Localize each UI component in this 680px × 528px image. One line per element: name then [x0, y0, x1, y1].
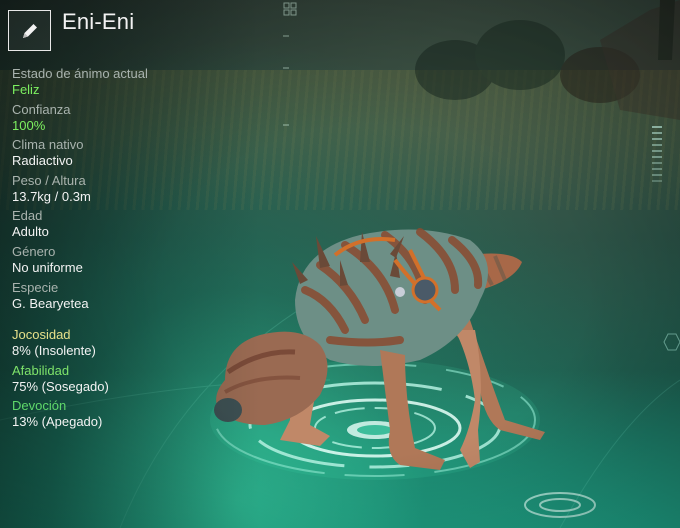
trait-value: 8% (Insolente): [12, 343, 96, 359]
stat-age: Edad Adulto: [12, 208, 252, 240]
stat-value: Radiactivo: [12, 153, 73, 169]
stat-value: G. Bearyetea: [12, 295, 89, 311]
stat-label: Especie: [12, 279, 59, 295]
stat-value: Feliz: [12, 82, 40, 97]
trait-label: Afabilidad: [12, 362, 70, 378]
stat-mood: Estado de ánimo actual Feliz: [12, 66, 252, 98]
trait-label: Jocosidad: [12, 327, 71, 343]
stat-label: Confianza: [12, 101, 71, 117]
pet-name: Eni-Eni: [62, 9, 135, 34]
stat-trust: Confianza 100%: [12, 102, 252, 134]
stat-label: Estado de ánimo actual: [12, 66, 148, 81]
edit-name-button[interactable]: [8, 10, 51, 51]
stat-label: Edad: [12, 208, 43, 224]
trait-devotion: Devoción 13% (Apegado): [12, 398, 252, 430]
stat-species: Especie G. Bearyetea: [12, 280, 252, 312]
stat-value: No uniforme: [12, 259, 83, 275]
trait-playfulness: Jocosidad 8% (Insolente): [12, 327, 252, 359]
stat-weight-height: Peso / Altura 13.7kg / 0.3m: [12, 173, 252, 205]
trait-value: 13% (Apegado): [12, 414, 103, 430]
trait-label: Devoción: [12, 398, 67, 414]
trait-value: 75% (Sosegado): [12, 378, 109, 394]
stat-label: Peso / Altura: [12, 172, 86, 188]
stat-label: Clima nativo: [12, 137, 84, 153]
pencil-icon: [19, 20, 41, 42]
stat-climate: Clima nativo Radiactivo: [12, 137, 252, 169]
stat-value: Adulto: [12, 224, 49, 240]
game-scene: Eni-Eni Estado de ánimo actual Feliz Con…: [0, 0, 680, 528]
trait-gentleness: Afabilidad 75% (Sosegado): [12, 363, 252, 395]
stat-gender: Género No uniforme: [12, 244, 252, 276]
stat-label: Género: [12, 243, 56, 259]
stats-panel: Estado de ánimo actual Feliz Confianza 1…: [12, 66, 252, 434]
stat-value: 100%: [12, 117, 46, 133]
stat-value: 13.7kg / 0.3m: [12, 188, 91, 204]
